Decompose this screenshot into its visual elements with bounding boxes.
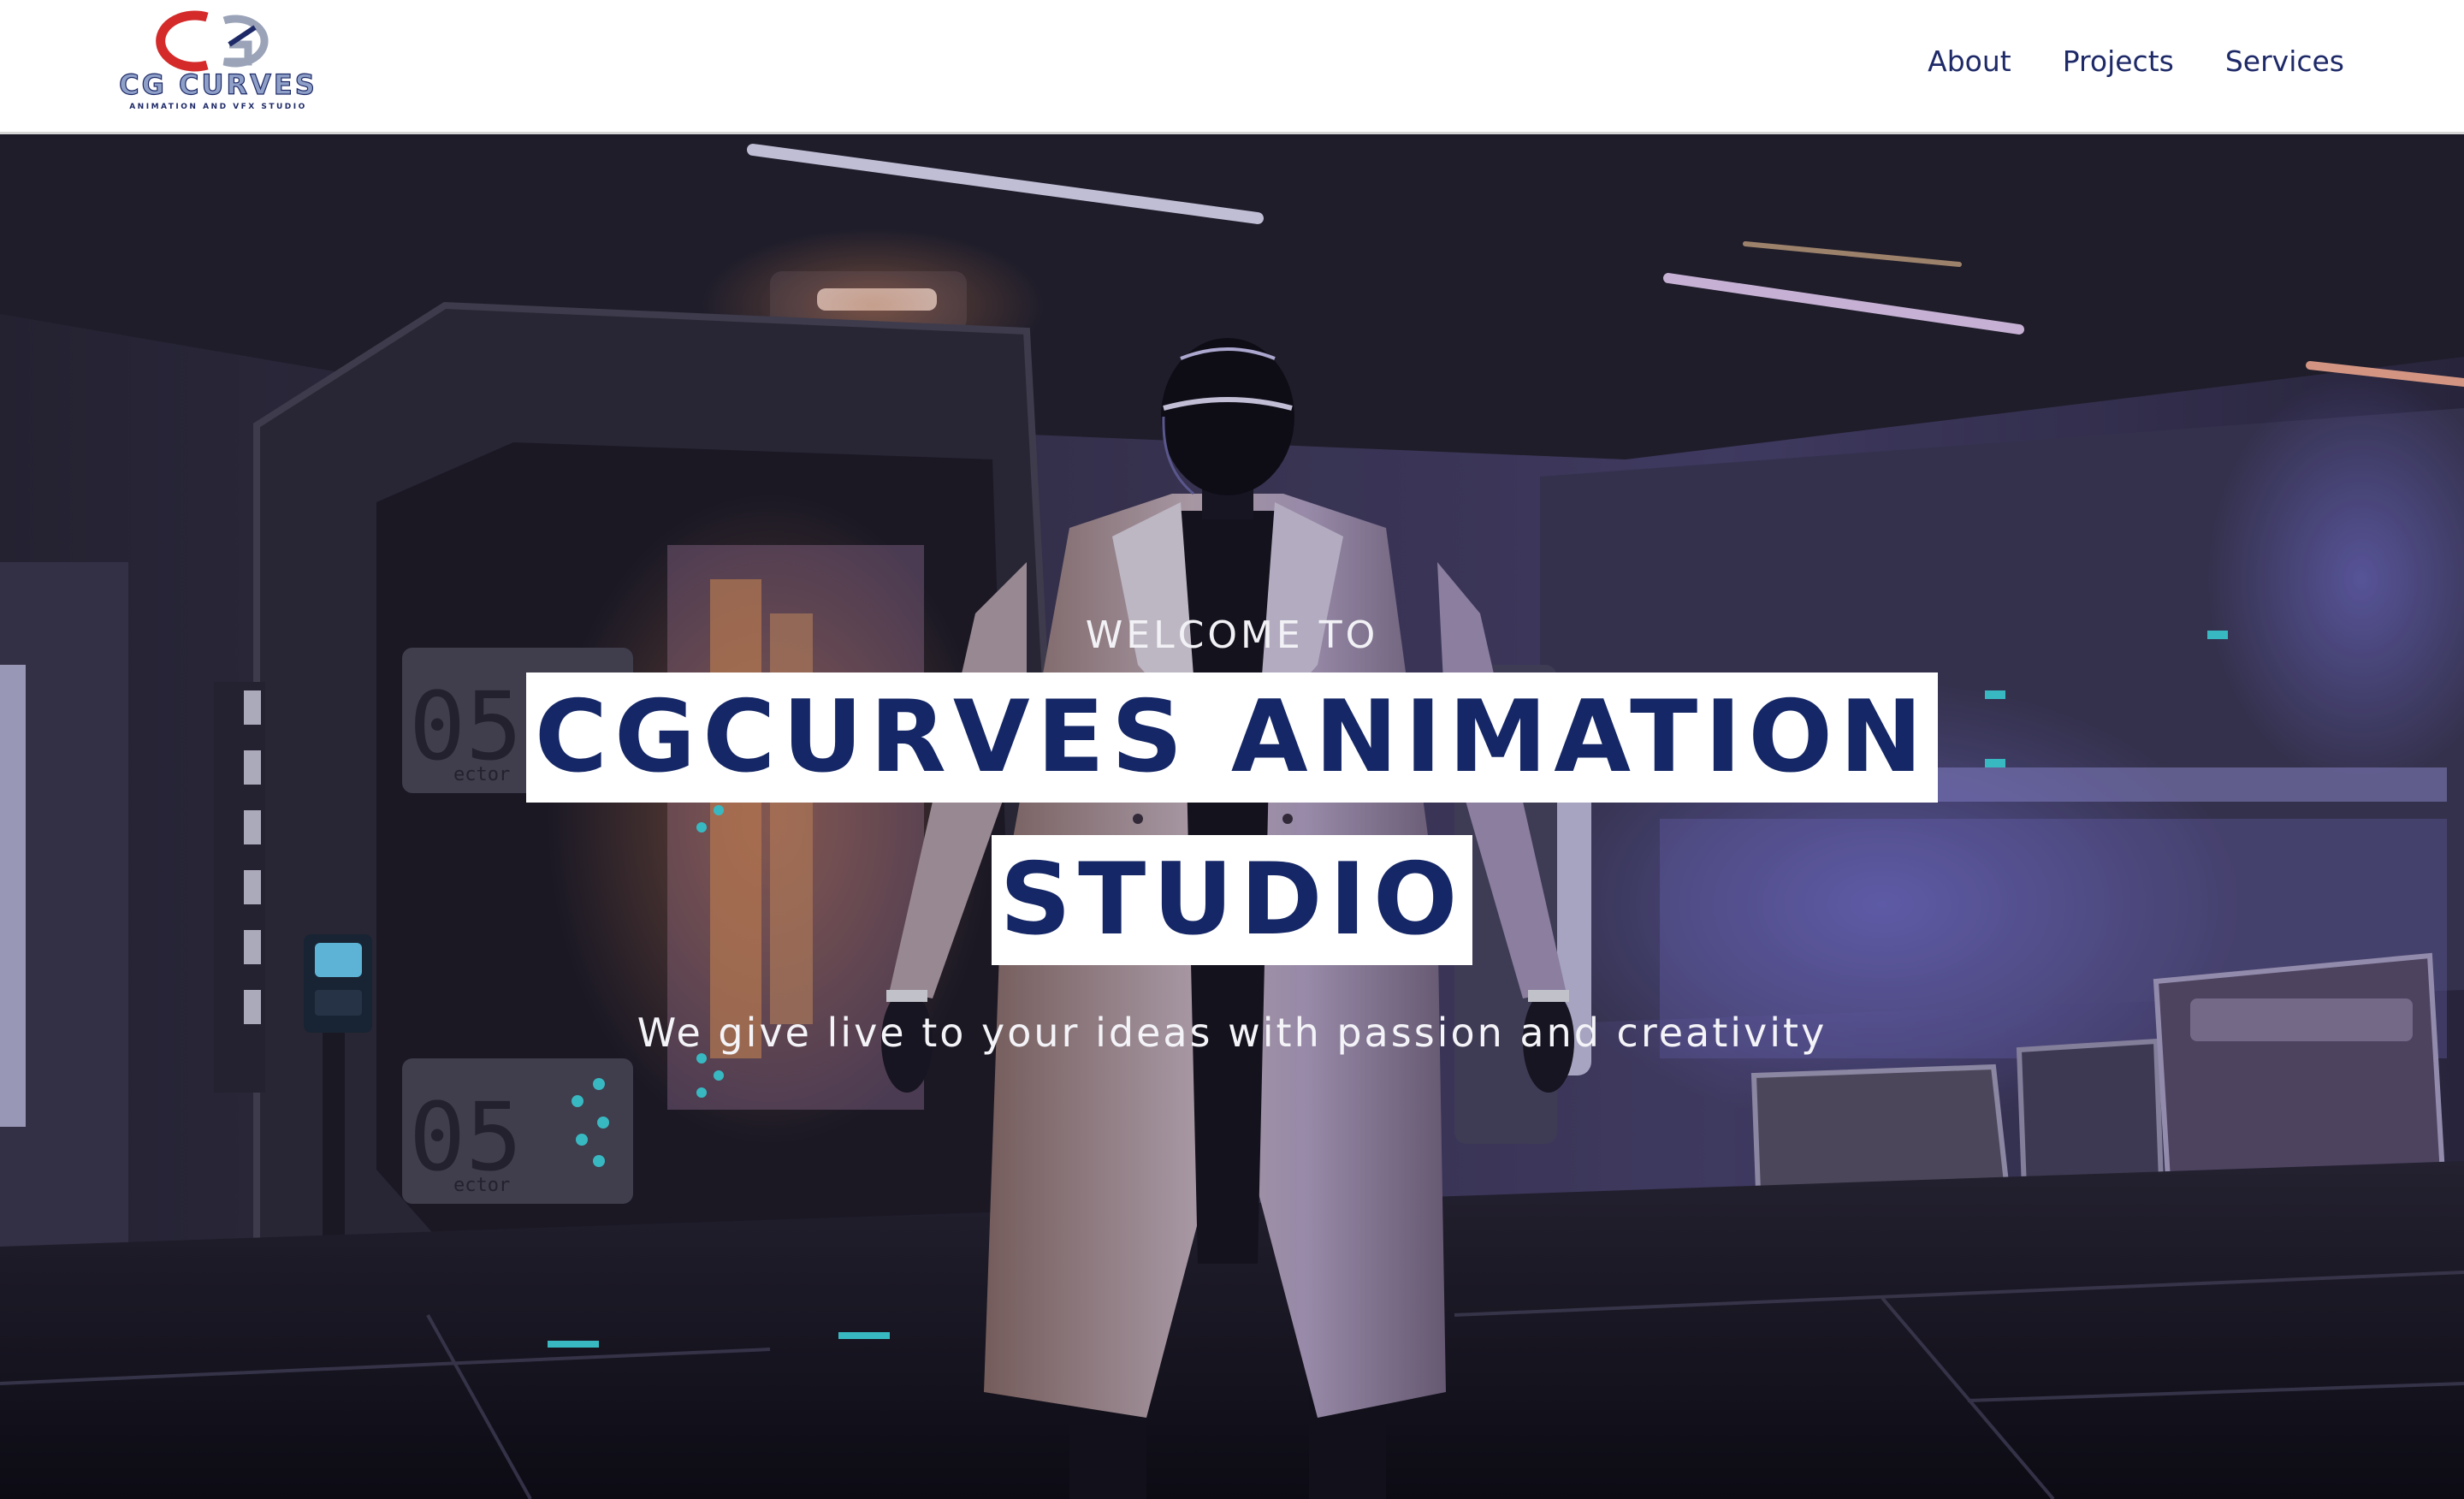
hero-tagline: We give live to your ideas with passion … bbox=[637, 1010, 1827, 1056]
nav-link-about[interactable]: About bbox=[1928, 44, 2011, 78]
hero-content: WELCOME TO CGCURVES ANIMATION STUDIO We … bbox=[0, 613, 2464, 1056]
site-logo[interactable]: CG CURVES ANIMATION AND VFX STUDIO bbox=[96, 9, 341, 113]
hero-section: 05 ector 05 ector WELCOME TO CGCURVES AN… bbox=[0, 134, 2464, 1499]
hero-title-line-1: CGCURVES ANIMATION bbox=[525, 672, 1939, 803]
site-header: CG CURVES ANIMATION AND VFX STUDIO About… bbox=[0, 0, 2464, 134]
nav-link-services[interactable]: Services bbox=[2225, 44, 2344, 78]
svg-text:ANIMATION AND VFX STUDIO: ANIMATION AND VFX STUDIO bbox=[129, 103, 307, 111]
cg-curves-logo-icon: CG CURVES ANIMATION AND VFX STUDIO bbox=[119, 10, 317, 111]
nav-link-projects[interactable]: Projects bbox=[2063, 44, 2174, 78]
svg-text:CG CURVES: CG CURVES bbox=[119, 68, 317, 101]
hero-title-line-2: STUDIO bbox=[991, 835, 1473, 965]
hero-welcome-text: WELCOME TO bbox=[1085, 613, 1379, 657]
main-nav: About Projects Services bbox=[1928, 44, 2344, 78]
